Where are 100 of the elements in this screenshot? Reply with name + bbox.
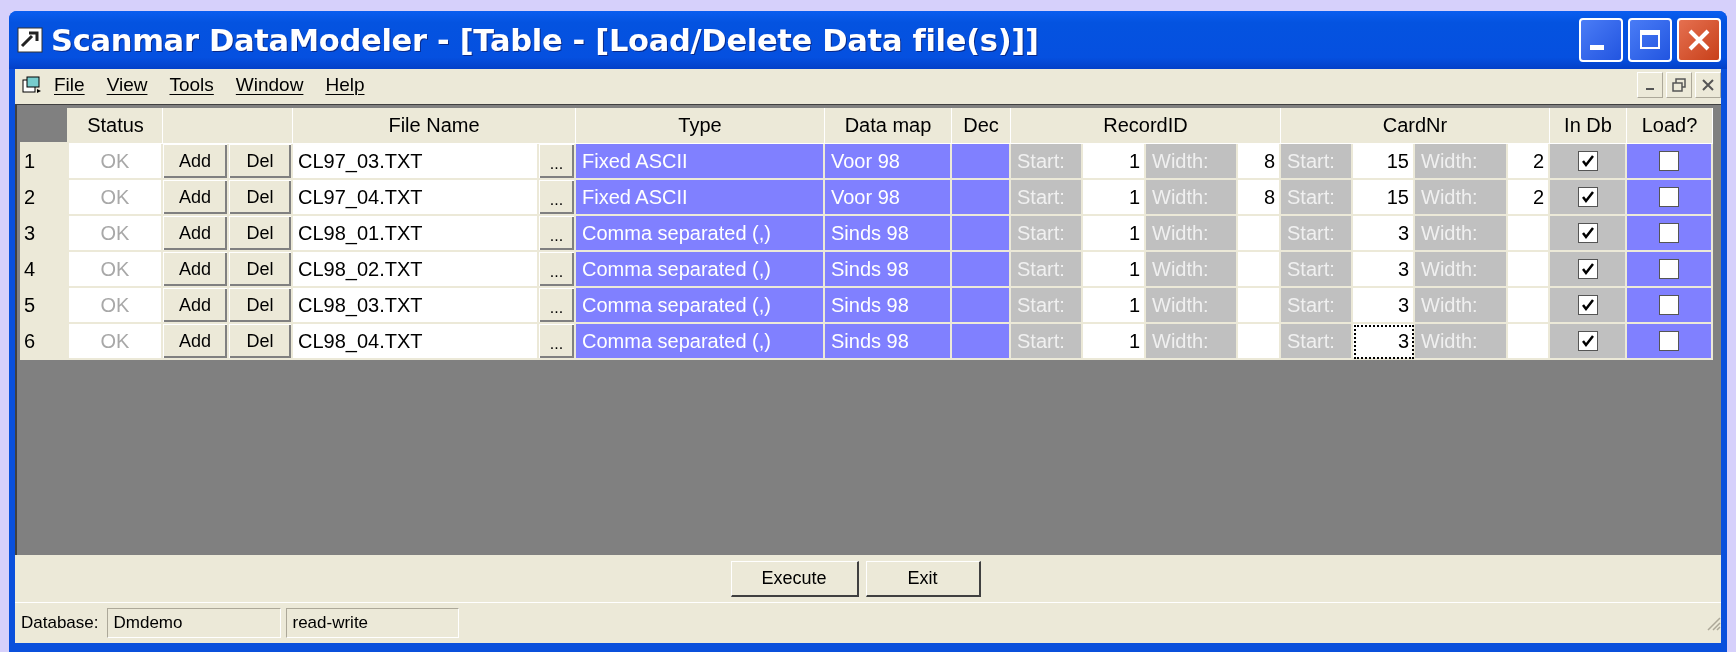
width-field[interactable] — [1238, 288, 1281, 324]
minimize-button[interactable] — [1579, 18, 1623, 62]
document-icon[interactable] — [21, 75, 43, 95]
start-field[interactable]: 3 — [1353, 324, 1415, 360]
column-header: File Name — [293, 108, 576, 144]
start-field[interactable]: 15 — [1353, 144, 1415, 180]
column-header: In Db — [1550, 108, 1627, 144]
delete-button[interactable]: Del — [229, 180, 293, 216]
close-button[interactable] — [1677, 18, 1721, 62]
add-button[interactable]: Add — [163, 180, 229, 216]
width-field[interactable] — [1238, 216, 1281, 252]
delete-button[interactable]: Del — [229, 324, 293, 360]
menu-item[interactable]: View — [95, 74, 159, 96]
dec-cell[interactable] — [952, 324, 1011, 360]
browse-button[interactable]: ... — [539, 180, 576, 216]
checkbox[interactable] — [1577, 295, 1598, 315]
status-cell: OK — [69, 288, 163, 324]
restore-button[interactable] — [1666, 72, 1692, 98]
file-name-field[interactable]: CL97_04.TXT — [293, 180, 539, 216]
menu-item[interactable]: Help — [314, 74, 376, 96]
start-field[interactable]: 1 — [1083, 144, 1146, 180]
app-icon — [17, 27, 43, 53]
checkbox[interactable] — [1659, 187, 1679, 207]
dec-cell[interactable] — [952, 144, 1011, 180]
status-cell: OK — [69, 324, 163, 360]
checkbox[interactable] — [1659, 223, 1679, 243]
close-icon — [1686, 27, 1712, 53]
minimize-icon — [1646, 88, 1654, 90]
browse-button[interactable]: ... — [539, 324, 576, 360]
start-field[interactable]: 3 — [1353, 216, 1415, 252]
add-button[interactable]: Add — [163, 216, 229, 252]
add-button[interactable]: Add — [163, 288, 229, 324]
checkbox[interactable] — [1577, 223, 1598, 243]
width-field[interactable] — [1238, 252, 1281, 288]
checkbox[interactable] — [1659, 331, 1679, 351]
resize-grip-icon[interactable] — [1705, 615, 1721, 631]
file-name-field[interactable]: CL98_01.TXT — [293, 216, 539, 252]
delete-button[interactable]: Del — [229, 144, 293, 180]
checkbox[interactable] — [1577, 151, 1598, 171]
file-name-field[interactable]: CL98_04.TXT — [293, 324, 539, 360]
start-field[interactable]: 3 — [1353, 252, 1415, 288]
execute-button[interactable]: Execute — [730, 560, 859, 597]
delete-button[interactable]: Del — [229, 288, 293, 324]
width-field[interactable]: 2 — [1508, 180, 1550, 216]
dec-cell[interactable] — [952, 180, 1011, 216]
exit-button[interactable]: Exit — [865, 560, 981, 597]
file-name-field[interactable]: CL98_03.TXT — [293, 288, 539, 324]
window-title: Scanmar DataModeler - [Table - [Load/Delete Data file(s)]] — [51, 22, 1040, 58]
add-button[interactable]: Add — [163, 252, 229, 288]
checkbox[interactable] — [1577, 187, 1598, 207]
checkbox[interactable] — [1577, 259, 1598, 279]
checkbox[interactable] — [1659, 259, 1679, 279]
add-button[interactable]: Add — [163, 144, 229, 180]
file-name-field[interactable]: CL98_02.TXT — [293, 252, 539, 288]
row-number: 6 — [20, 324, 69, 360]
width-field[interactable]: 2 — [1508, 144, 1550, 180]
menu-item[interactable]: Tools — [158, 74, 225, 96]
menu-item[interactable]: File — [43, 74, 96, 96]
file-name-field[interactable]: CL97_03.TXT — [293, 144, 539, 180]
width-field[interactable] — [1508, 288, 1550, 324]
column-header: CardNr — [1281, 108, 1550, 144]
row-number: 5 — [20, 288, 69, 324]
restore-icon — [1672, 78, 1686, 92]
close-button[interactable] — [1695, 72, 1721, 98]
width-field[interactable]: 8 — [1238, 180, 1281, 216]
width-field[interactable] — [1508, 216, 1550, 252]
close-icon — [1702, 79, 1714, 91]
browse-button[interactable]: ... — [539, 252, 576, 288]
width-field[interactable]: 8 — [1238, 144, 1281, 180]
dec-cell[interactable] — [952, 288, 1011, 324]
width-field[interactable] — [1238, 324, 1281, 360]
checkbox[interactable] — [1577, 331, 1598, 351]
maximize-button[interactable] — [1628, 18, 1672, 62]
status-label: Database: — [21, 613, 99, 633]
column-header: Status — [69, 108, 163, 144]
row-number: 2 — [20, 180, 69, 216]
start-field[interactable]: 1 — [1083, 180, 1146, 216]
column-header: Load? — [1627, 108, 1713, 144]
dec-cell[interactable] — [952, 252, 1011, 288]
add-button[interactable]: Add — [163, 324, 229, 360]
width-field[interactable] — [1508, 324, 1550, 360]
start-field[interactable]: 15 — [1353, 180, 1415, 216]
dec-cell[interactable] — [952, 216, 1011, 252]
menu-item[interactable]: Window — [224, 74, 315, 96]
browse-button[interactable]: ... — [539, 216, 576, 252]
start-field[interactable]: 1 — [1083, 324, 1146, 360]
browse-button[interactable]: ... — [539, 288, 576, 324]
start-field[interactable]: 1 — [1083, 216, 1146, 252]
row-number: 1 — [20, 144, 69, 180]
start-field[interactable]: 1 — [1083, 288, 1146, 324]
delete-button[interactable]: Del — [229, 252, 293, 288]
start-field[interactable]: 3 — [1353, 288, 1415, 324]
column-header: Dec — [952, 108, 1011, 144]
checkbox[interactable] — [1659, 295, 1679, 315]
browse-button[interactable]: ... — [539, 144, 576, 180]
start-field[interactable]: 1 — [1083, 252, 1146, 288]
minimize-button[interactable] — [1637, 72, 1663, 98]
width-field[interactable] — [1508, 252, 1550, 288]
checkbox[interactable] — [1659, 151, 1679, 171]
delete-button[interactable]: Del — [229, 216, 293, 252]
